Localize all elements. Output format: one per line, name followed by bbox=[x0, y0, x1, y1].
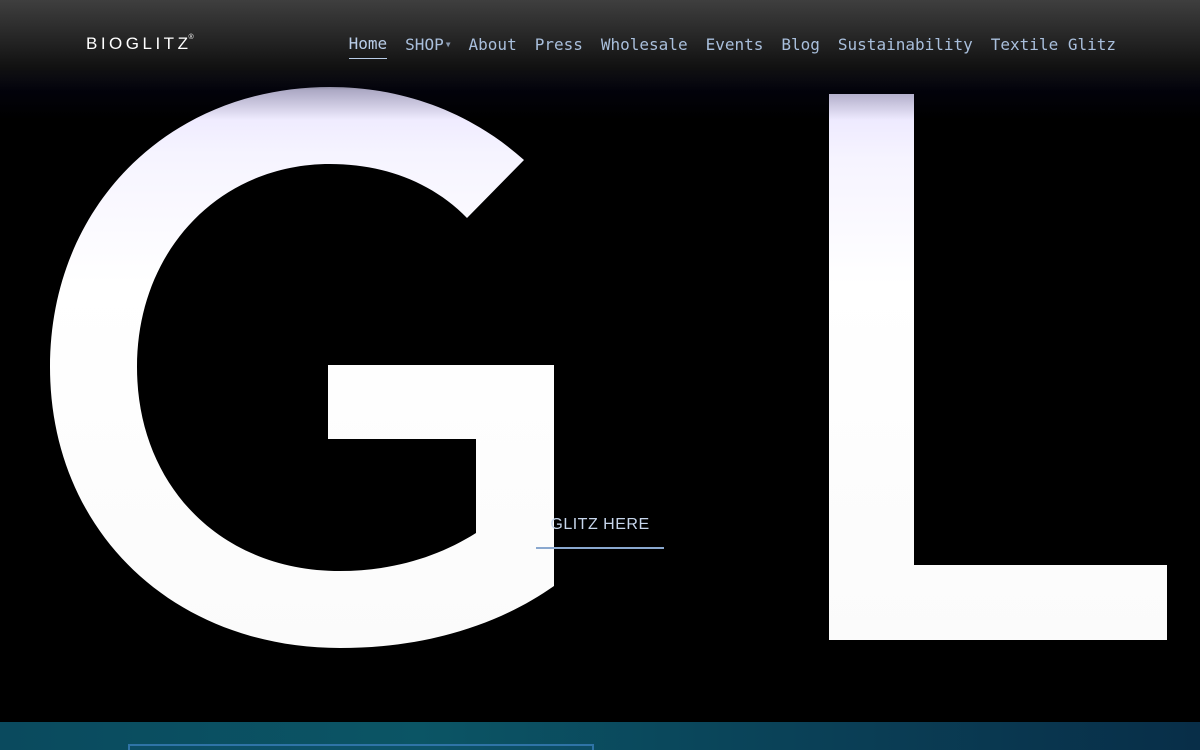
page: GLITZ HERE BIOGLITZ ® Home SHOP ▼ About … bbox=[0, 0, 1200, 750]
nav-item-shop[interactable]: SHOP ▼ bbox=[405, 33, 450, 59]
nav-item-home[interactable]: Home bbox=[348, 32, 388, 59]
nav-item-label: Press bbox=[534, 34, 583, 54]
hero-letter-l bbox=[829, 94, 1167, 640]
brand-logo-text: BIOGLITZ bbox=[86, 34, 192, 53]
registered-mark: ® bbox=[188, 34, 194, 41]
nav-item-press[interactable]: Press bbox=[535, 33, 583, 59]
nav-item-wholesale[interactable]: Wholesale bbox=[601, 33, 688, 59]
nav-item-events[interactable]: Events bbox=[706, 33, 764, 59]
site-header: BIOGLITZ ® Home SHOP ▼ About Press Whole… bbox=[0, 0, 1200, 90]
nav-item-label: Home bbox=[348, 34, 388, 53]
nav-item-label: Wholesale bbox=[600, 34, 688, 54]
main-nav: Home SHOP ▼ About Press Wholesale Events… bbox=[348, 32, 1116, 59]
nav-item-label: Blog bbox=[781, 34, 820, 54]
nav-item-textile-glitz[interactable]: Textile Glitz bbox=[991, 33, 1116, 59]
nav-item-label: Events bbox=[705, 34, 764, 54]
nav-item-label: SHOP bbox=[405, 34, 444, 54]
nav-item-about[interactable]: About bbox=[469, 33, 517, 59]
glitz-here-button[interactable]: GLITZ HERE bbox=[536, 503, 664, 549]
hero-section: GLITZ HERE bbox=[0, 0, 1200, 722]
nav-item-label: About bbox=[468, 34, 517, 54]
hero-letter-g bbox=[50, 87, 554, 648]
nav-item-sustainability[interactable]: Sustainability bbox=[838, 33, 973, 59]
hero-letters-graphic bbox=[50, 87, 1167, 648]
chevron-down-icon: ▼ bbox=[445, 39, 451, 49]
brand-logo[interactable]: BIOGLITZ ® bbox=[86, 33, 194, 55]
nav-item-blog[interactable]: Blog bbox=[781, 33, 820, 59]
nav-item-label: Sustainability bbox=[837, 34, 973, 54]
next-section-card bbox=[128, 744, 594, 750]
nav-item-label: Textile Glitz bbox=[990, 34, 1116, 54]
